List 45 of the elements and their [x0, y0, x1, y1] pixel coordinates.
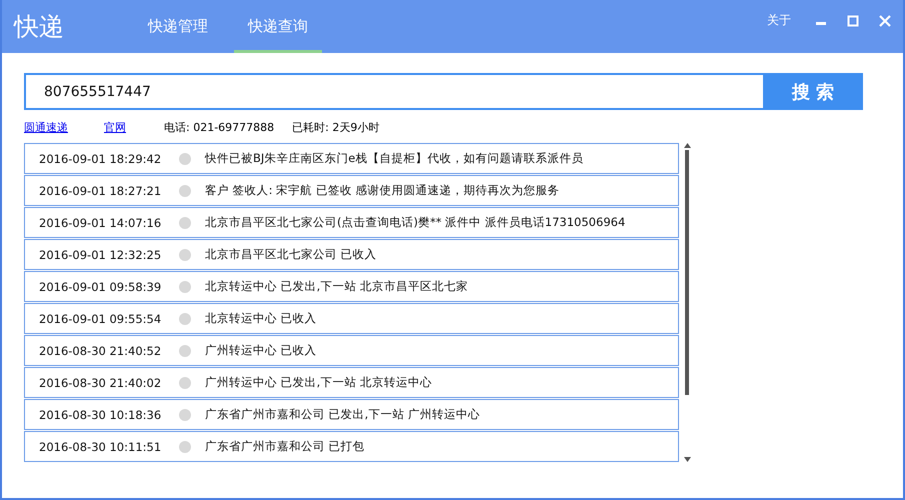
- dot-icon: [179, 248, 191, 260]
- about-button[interactable]: 关于: [767, 12, 791, 29]
- dot-icon: [179, 312, 191, 324]
- scroll-down-icon[interactable]: [684, 457, 690, 462]
- event-time: 2016-09-01 09:58:39: [39, 280, 162, 294]
- courier-link[interactable]: 圆通速递: [24, 120, 68, 135]
- event-description: 北京转运中心 已发出,下一站 北京市昌平区北七家: [205, 279, 468, 294]
- event-description: 广州转运中心 已收入: [205, 343, 317, 358]
- maximize-icon[interactable]: [847, 14, 859, 26]
- event-time: 2016-08-30 10:11:51: [39, 440, 162, 454]
- event-time: 2016-08-30 21:40:52: [39, 344, 162, 358]
- search-button[interactable]: 搜 索: [763, 73, 863, 110]
- event-time: 2016-09-01 18:27:21: [39, 184, 162, 198]
- phone-text: 电话: 021-69777888: [164, 120, 274, 135]
- window-title: 快递: [14, 11, 65, 43]
- event-time: 2016-08-30 10:18:36: [39, 408, 162, 422]
- scrollbar[interactable]: [683, 143, 691, 462]
- event-time: 2016-09-01 12:32:25: [39, 248, 162, 262]
- tab[interactable]: 快递查询: [234, 0, 322, 53]
- website-link[interactable]: 官网: [104, 120, 126, 135]
- tracking-number-field[interactable]: 807655517447: [24, 73, 763, 110]
- dot-icon: [179, 152, 191, 164]
- event-time: 2016-09-01 09:55:54: [39, 312, 162, 326]
- dot-icon: [179, 376, 191, 388]
- event-description: 客户 签收人: 宋宇航 已签收 感谢使用圆通速递，期待再次为您服务: [205, 183, 560, 198]
- dot-icon: [179, 408, 191, 420]
- elapsed-time-text: 已耗时: 2天9小时: [292, 120, 380, 135]
- dot-icon: [179, 184, 191, 196]
- close-icon[interactable]: [879, 14, 891, 26]
- dot-icon: [179, 440, 191, 452]
- tab[interactable]: 快递管理: [134, 0, 222, 53]
- event-description: 北京市昌平区北七家公司(点击查询电话)樊** 派件中 派件员电话17310506964: [205, 215, 626, 230]
- dot-icon: [179, 344, 191, 356]
- event-time: 2016-08-30 21:40:02: [39, 376, 162, 390]
- event-description: 北京转运中心 已收入: [205, 311, 317, 326]
- event-description: 北京市昌平区北七家公司 已收入: [205, 247, 377, 262]
- event-description: 广东省广州市嘉和公司 已打包: [205, 439, 365, 454]
- event-time: 2016-09-01 14:07:16: [39, 216, 162, 230]
- event-description: 快件已被BJ朱辛庄南区东门e栈【自提柜】代收，如有问题请联系派件员: [205, 151, 584, 166]
- scroll-up-icon[interactable]: [684, 143, 690, 148]
- dot-icon: [179, 280, 191, 292]
- event-time: 2016-09-01 18:29:42: [39, 152, 162, 166]
- event-description: 广州转运中心 已发出,下一站 北京转运中心: [205, 375, 432, 390]
- event-description: 广东省广州市嘉和公司 已发出,下一站 广州转运中心: [205, 407, 480, 422]
- dot-icon: [179, 216, 191, 228]
